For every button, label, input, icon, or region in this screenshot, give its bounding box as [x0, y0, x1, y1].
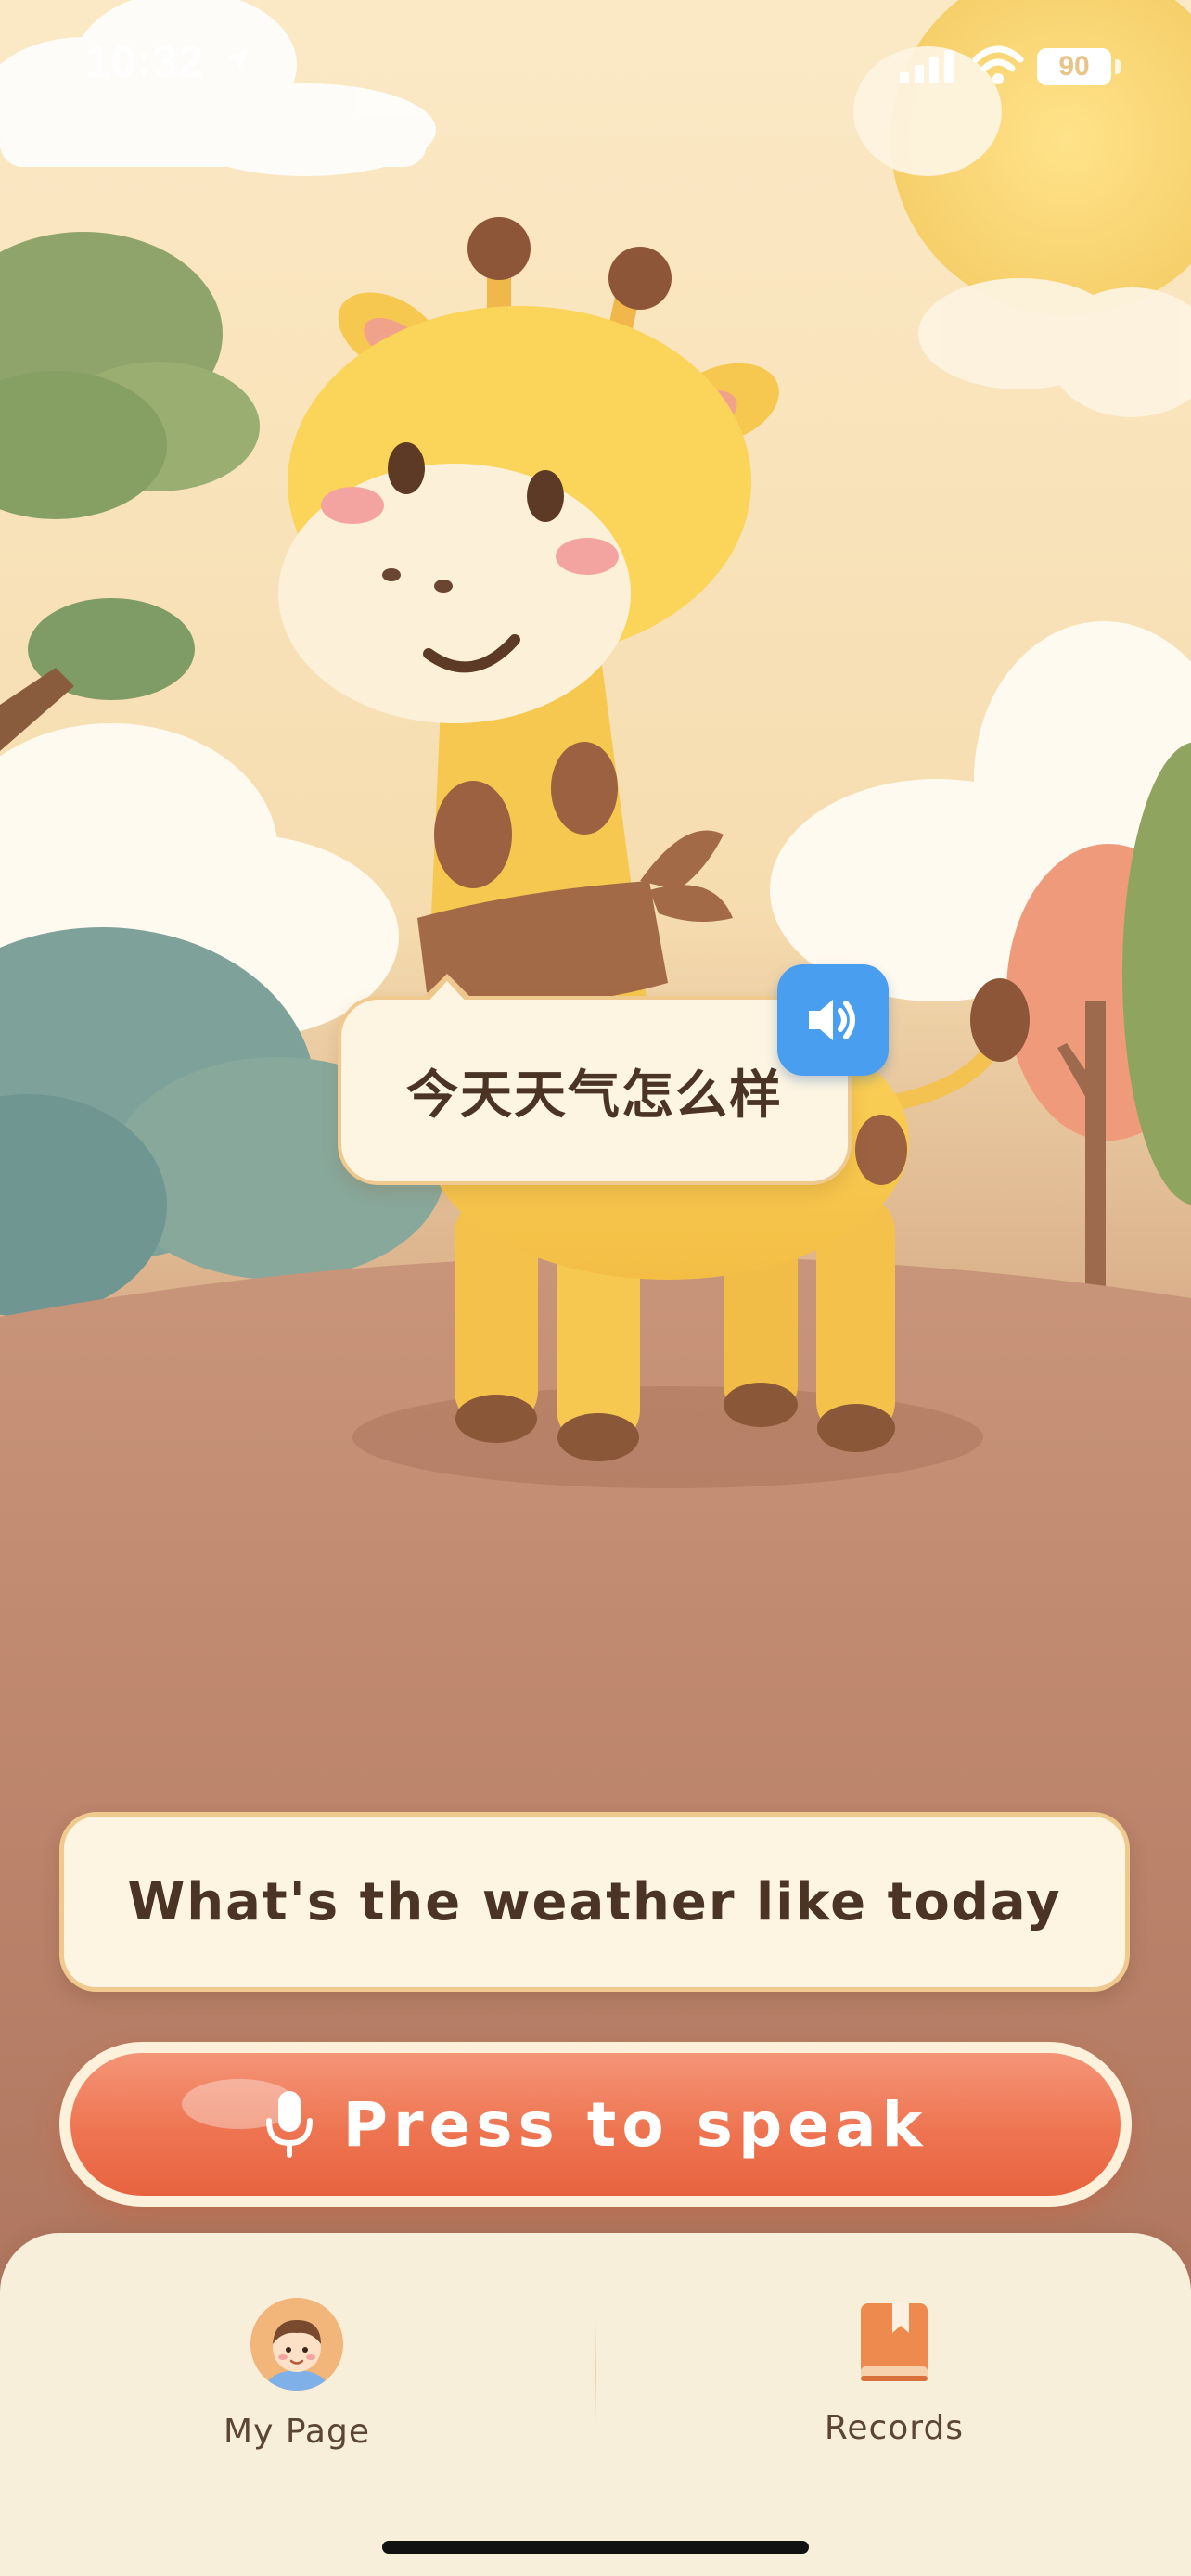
- bubble-tail-inner: [425, 981, 469, 1005]
- speaker-icon: [809, 1000, 855, 1040]
- tab-divider: [595, 2316, 596, 2428]
- avatar-icon: [250, 2298, 343, 2391]
- tree-left: [0, 232, 260, 751]
- battery-cap: [1115, 59, 1121, 74]
- button-gloss: [182, 2079, 297, 2129]
- location-arrow-icon: [226, 48, 249, 70]
- tab-my-page-label: My Page: [224, 2413, 370, 2451]
- book-icon: [861, 2303, 928, 2381]
- play-audio-button[interactable]: [777, 964, 889, 1076]
- status-time: 10:32: [85, 38, 204, 87]
- battery-icon: 90: [1037, 48, 1111, 85]
- press-to-speak-button[interactable]: Press to speak: [59, 2042, 1132, 2207]
- speech-bubble: 今天天气怎么样: [338, 996, 852, 1185]
- tab-records-label: Records: [824, 2409, 965, 2447]
- speak-button-label: Press to speak: [342, 2088, 928, 2161]
- status-bar: 10:32 90: [0, 0, 1191, 130]
- tab-records[interactable]: Records: [709, 2298, 1080, 2465]
- bubble-text: 今天天气怎么样: [406, 1065, 783, 1126]
- wifi-icon: [972, 45, 1024, 84]
- translation-card: What's the weather like today: [59, 1812, 1130, 1992]
- tab-my-page[interactable]: My Page: [111, 2298, 482, 2465]
- speak-button-face[interactable]: Press to speak: [70, 2053, 1121, 2196]
- translation-text: What's the weather like today: [127, 1871, 1062, 1932]
- signal-icon: [900, 50, 954, 83]
- home-indicator: [382, 2541, 809, 2554]
- bottom-tab-bar: My Page Records: [0, 2233, 1191, 2576]
